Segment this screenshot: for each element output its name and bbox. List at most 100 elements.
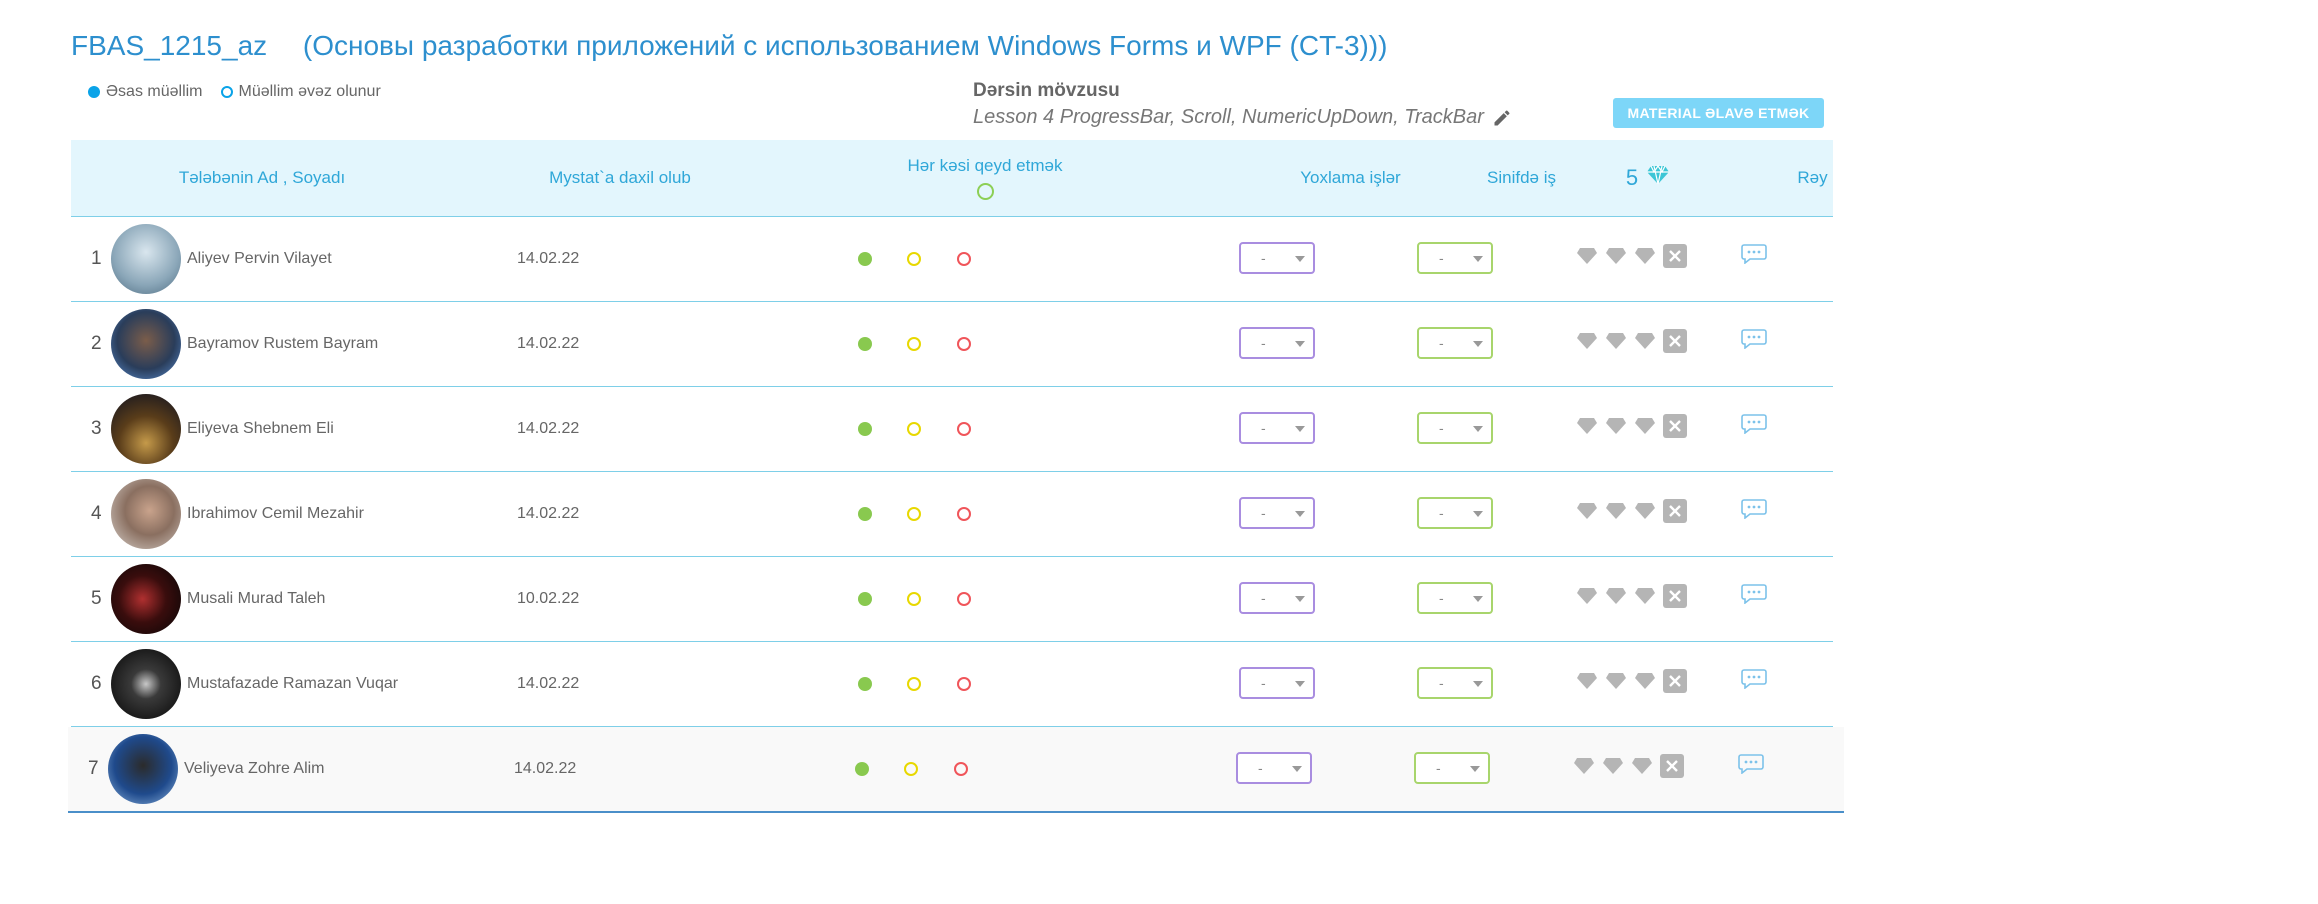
gem-icon[interactable] [1573,757,1595,775]
late-radio-icon[interactable] [907,592,921,606]
homework-grade-select[interactable]: - [1239,497,1315,529]
chevron-down-icon [1295,511,1305,517]
student-name[interactable]: Veliyeva Zohre Alim [184,727,325,811]
comment-icon[interactable] [1738,754,1764,779]
close-icon[interactable] [1663,499,1687,523]
late-radio-icon[interactable] [907,337,921,351]
gem-icon[interactable] [1634,587,1656,605]
comment-icon[interactable] [1741,669,1767,694]
gems-award [1576,584,1687,608]
late-radio-icon[interactable] [907,252,921,266]
gem-icon[interactable] [1605,332,1627,350]
gem-icon[interactable] [1576,417,1598,435]
classwork-grade-select[interactable]: - [1417,582,1493,614]
gem-icon[interactable] [1602,757,1624,775]
classwork-grade-value: - [1439,590,1444,606]
absent-radio-icon[interactable] [957,677,971,691]
classwork-grade-select[interactable]: - [1417,242,1493,274]
gem-icon[interactable] [1631,757,1653,775]
close-icon[interactable] [1660,754,1684,778]
column-header-attendance[interactable]: Hər kəsi qeyd etmək [787,140,1183,216]
present-radio-icon[interactable] [858,677,872,691]
joined-date: 14.02.22 [517,675,580,692]
homework-grade-select[interactable]: - [1239,242,1315,274]
gem-icon[interactable] [1605,587,1627,605]
homework-grade-value: - [1261,590,1266,606]
legend-main-label: Əsas müəllim [106,83,203,100]
classwork-grade-select[interactable]: - [1414,752,1490,784]
absent-radio-icon[interactable] [957,592,971,606]
student-name[interactable]: Aliyev Pervin Vilayet [187,217,332,301]
present-radio-icon[interactable] [858,507,872,521]
present-radio-icon[interactable] [858,592,872,606]
legend-substitute-teacher[interactable]: Müəllim əvəz olunur [220,83,381,101]
mark-all-radio-icon[interactable] [976,183,994,200]
homework-grade-select[interactable]: - [1239,667,1315,699]
absent-radio-icon[interactable] [957,337,971,351]
joined-date: 14.02.22 [517,250,580,267]
classwork-grade-select[interactable]: - [1417,667,1493,699]
gem-icon[interactable] [1576,247,1598,265]
legend-main-teacher[interactable]: Əsas müəllim [88,83,203,101]
chevron-down-icon [1473,511,1483,517]
gem-icon[interactable] [1634,672,1656,690]
student-name[interactable]: Bayramov Rustem Bayram [187,302,378,386]
homework-grade-value: - [1261,675,1266,691]
joined-date: 14.02.22 [517,505,580,522]
comment-icon[interactable] [1741,329,1767,354]
absent-radio-icon[interactable] [957,507,971,521]
late-radio-icon[interactable] [907,677,921,691]
present-radio-icon[interactable] [855,762,869,776]
classwork-grade-value: - [1439,675,1444,691]
late-radio-icon[interactable] [907,507,921,521]
present-radio-icon[interactable] [858,252,872,266]
absent-radio-icon[interactable] [954,762,968,776]
table-row: 5 Musali Murad Taleh 10.02.22 - - [71,557,1833,642]
add-material-button[interactable]: MATERIAL ƏLAVƏ ETMƏK [1613,98,1824,128]
gem-icon[interactable] [1634,247,1656,265]
student-name[interactable]: Eliyeva Shebnem Eli [187,387,334,471]
student-name[interactable]: Mustafazade Ramazan Vuqar [187,642,398,726]
close-icon[interactable] [1663,584,1687,608]
gem-icon[interactable] [1605,502,1627,520]
comment-icon[interactable] [1741,584,1767,609]
gem-icon[interactable] [1576,502,1598,520]
homework-grade-select[interactable]: - [1239,327,1315,359]
radio-empty-icon [220,86,233,98]
gem-icon[interactable] [1576,587,1598,605]
homework-grade-select[interactable]: - [1236,752,1312,784]
pencil-icon[interactable] [1492,108,1512,128]
gem-icon[interactable] [1576,332,1598,350]
close-icon[interactable] [1663,414,1687,438]
absent-radio-icon[interactable] [957,252,971,266]
late-radio-icon[interactable] [904,762,918,776]
close-icon[interactable] [1663,669,1687,693]
homework-grade-select[interactable]: - [1239,582,1315,614]
gem-icon[interactable] [1634,502,1656,520]
close-icon[interactable] [1663,244,1687,268]
student-name[interactable]: Musali Murad Taleh [187,557,325,641]
gems-award [1576,329,1687,353]
absent-radio-icon[interactable] [957,422,971,436]
comment-icon[interactable] [1741,414,1767,439]
avatar [111,309,181,379]
present-radio-icon[interactable] [858,337,872,351]
classwork-grade-select[interactable]: - [1417,412,1493,444]
gem-icon[interactable] [1634,332,1656,350]
gem-icon[interactable] [1605,417,1627,435]
column-header-name: Tələbənin Ad , Soyadı [178,168,346,187]
comment-icon[interactable] [1741,499,1767,524]
gem-icon[interactable] [1576,672,1598,690]
close-icon[interactable] [1663,329,1687,353]
present-radio-icon[interactable] [858,422,872,436]
gem-icon[interactable] [1634,417,1656,435]
comment-icon[interactable] [1741,244,1767,269]
gem-icon[interactable] [1605,672,1627,690]
chevron-down-icon [1473,256,1483,262]
classwork-grade-select[interactable]: - [1417,497,1493,529]
gem-icon[interactable] [1605,247,1627,265]
homework-grade-select[interactable]: - [1239,412,1315,444]
student-name[interactable]: Ibrahimov Cemil Mezahir [187,472,364,556]
classwork-grade-select[interactable]: - [1417,327,1493,359]
late-radio-icon[interactable] [907,422,921,436]
